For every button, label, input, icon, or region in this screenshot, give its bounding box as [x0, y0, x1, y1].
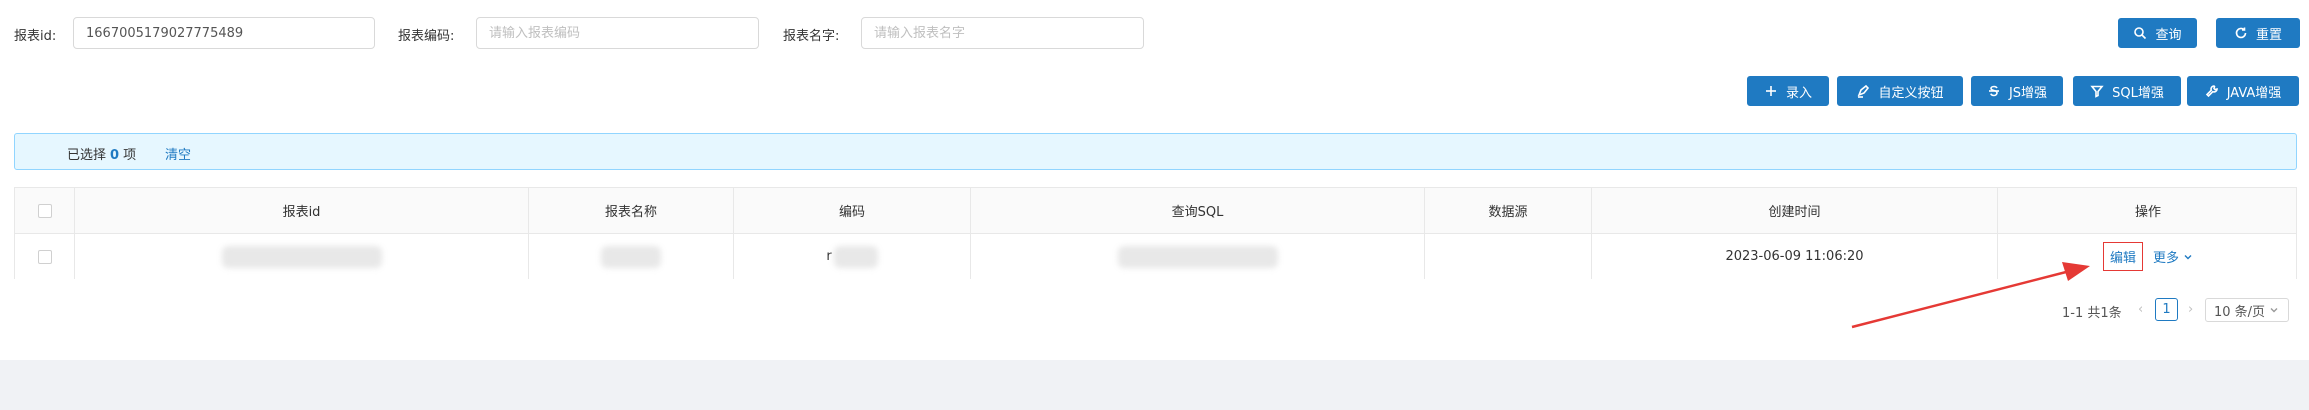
redacted-report-name	[601, 245, 661, 268]
redacted-report-id	[221, 245, 382, 268]
wrench-icon	[2205, 85, 2218, 98]
row-checkbox[interactable]	[37, 249, 52, 264]
highlight-icon	[1858, 84, 1870, 98]
edit-link[interactable]: 编辑	[2102, 242, 2143, 271]
table-row[interactable]: r 2023-06-09 11:06:20 编辑 更多	[15, 234, 2296, 279]
prev-page-icon[interactable]: ‹	[2138, 302, 2143, 317]
report-code-input[interactable]	[476, 17, 759, 49]
query-button[interactable]: 查询	[2118, 18, 2197, 48]
cell-report-id	[75, 234, 529, 279]
report-id-input[interactable]	[73, 17, 375, 49]
sql-enhance-button[interactable]: SQL增强	[2073, 76, 2181, 106]
reload-icon	[2235, 27, 2247, 39]
search-form: 报表id: 报表编码: 报表名字: 查询 重置	[0, 15, 2309, 53]
cell-query-sql	[971, 234, 1425, 279]
add-button[interactable]: 录入	[1747, 76, 1829, 106]
plus-icon	[1765, 86, 1776, 96]
cell-code: r	[734, 234, 971, 279]
column-header-code[interactable]: 编码	[734, 188, 971, 233]
cell-datasource	[1425, 234, 1592, 279]
report-id-label: 报表id:	[14, 29, 57, 44]
redacted-code	[833, 245, 878, 268]
page-size-select[interactable]: 10 条/页	[2205, 298, 2289, 322]
clear-selection-link[interactable]: 清空	[165, 144, 191, 163]
next-page-icon[interactable]: ›	[2188, 302, 2193, 317]
cell-actions: 编辑 更多	[1998, 234, 2298, 279]
strikethrough-icon	[1988, 85, 1999, 97]
redacted-query-sql	[1117, 245, 1278, 268]
column-header-query-sql[interactable]: 查询SQL	[971, 188, 1425, 233]
column-header-report-id[interactable]: 报表id	[75, 188, 529, 233]
selected-count: 0	[110, 148, 120, 163]
select-all-checkbox[interactable]	[37, 203, 52, 218]
header-select-all	[15, 188, 75, 233]
column-header-created-at[interactable]: 创建时间	[1592, 188, 1998, 233]
column-header-report-name[interactable]: 报表名称	[529, 188, 734, 233]
page-footer-background	[0, 360, 2309, 410]
selection-alert: 已选择 0 项 清空	[14, 133, 2297, 170]
report-table: 报表id 报表名称 编码 查询SQL 数据源 创建时间 操作 r 2023-06…	[14, 187, 2297, 279]
table-header: 报表id 报表名称 编码 查询SQL 数据源 创建时间 操作	[15, 188, 2296, 234]
selection-summary: 已选择 0 项	[67, 148, 137, 163]
search-icon	[2134, 27, 2147, 40]
reset-button[interactable]: 重置	[2216, 18, 2300, 48]
row-select-cell	[15, 234, 75, 279]
more-dropdown[interactable]: 更多	[2153, 247, 2193, 266]
page-number-1[interactable]: 1	[2155, 298, 2178, 321]
custom-button-button[interactable]: 自定义按钮	[1837, 76, 1963, 106]
chevron-down-icon	[2270, 308, 2278, 313]
report-name-input[interactable]	[861, 17, 1144, 49]
filter-icon	[2090, 85, 2104, 98]
report-code-label: 报表编码:	[398, 29, 455, 44]
column-header-datasource[interactable]: 数据源	[1425, 188, 1592, 233]
cell-created-at: 2023-06-09 11:06:20	[1592, 234, 1998, 279]
java-enhance-button[interactable]: JAVA增强	[2187, 76, 2299, 106]
column-header-actions: 操作	[2134, 205, 2161, 220]
code-fragment: r	[826, 249, 832, 264]
cell-report-name	[529, 234, 734, 279]
pagination-total: 1-1 共1条	[2062, 306, 2122, 321]
report-name-label: 报表名字:	[783, 29, 840, 44]
js-enhance-button[interactable]: JS增强	[1971, 76, 2063, 106]
chevron-down-icon	[2184, 254, 2192, 259]
